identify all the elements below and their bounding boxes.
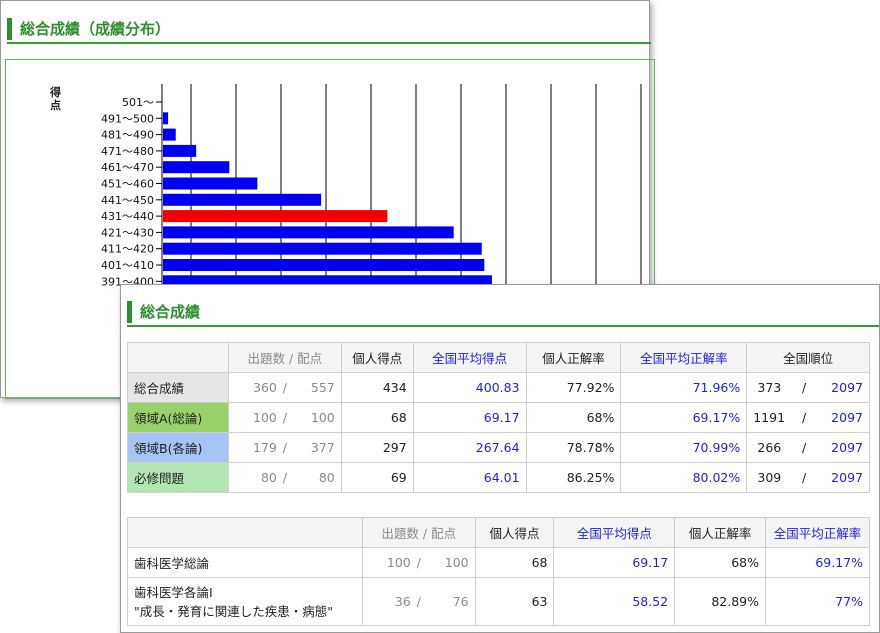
- distribution-title: 総合成績（成績分布）: [7, 18, 170, 40]
- bar: [163, 161, 230, 174]
- personal-rate: 86.25%: [525, 462, 622, 493]
- personal-score: 69: [340, 462, 414, 493]
- personal-score: 68: [340, 402, 414, 433]
- header-rate: 個人正解率: [525, 342, 622, 373]
- header-blank: [127, 517, 363, 548]
- header-score: 個人得点: [474, 517, 555, 548]
- header-questions: 出題数 / 配点: [361, 517, 476, 548]
- bar: [163, 128, 176, 141]
- average-rate: 69.17%: [620, 402, 748, 433]
- average-rate: 70.99%: [620, 432, 748, 463]
- header-avg-rate: 全国平均正解率: [620, 342, 748, 373]
- average-score: 69.17: [412, 402, 527, 433]
- table-row: 歯科医学総論 100/100 68 69.17 68% 69.17%: [127, 547, 870, 578]
- questions-points: 36/76: [361, 577, 476, 626]
- summary-table: 出題数 / 配点 個人得点 全国平均得点 個人正解率 全国平均正解率 全国順位 …: [127, 342, 870, 493]
- bar: [163, 242, 482, 255]
- y-tick-label: 501～: [122, 96, 154, 109]
- bar-highlight: [163, 210, 388, 223]
- bar: [163, 226, 454, 239]
- summary-header-row: 出題数 / 配点 個人得点 全国平均得点 個人正解率 全国平均正解率 全国順位: [127, 342, 870, 373]
- y-tick-label: 491～500: [101, 112, 154, 125]
- subject-label: 歯科医学各論Ⅰ "成長・発育に関連した疾患・病態": [127, 577, 363, 626]
- row-label: 必修問題: [127, 462, 229, 493]
- row-label: 領域B(各論): [127, 432, 229, 463]
- row-label: 総合成績: [127, 372, 229, 403]
- header-avg-score: 全国平均得点: [553, 517, 676, 548]
- personal-score: 68: [474, 547, 555, 578]
- y-tick-label: 401～410: [101, 259, 154, 272]
- bar: [163, 177, 258, 190]
- y-tick-label: 421～430: [101, 226, 154, 239]
- average-score: 400.83: [412, 372, 527, 403]
- y-tick-label: 431～440: [101, 210, 154, 223]
- header-avg-rate: 全国平均正解率: [765, 517, 870, 548]
- table-row: 領域A(総論) 100/100 68 69.17 68% 69.17% 1191…: [127, 402, 870, 433]
- y-tick-label: 451～460: [101, 178, 154, 191]
- header-rate: 個人正解率: [674, 517, 766, 548]
- y-tick-label: 471～480: [101, 145, 154, 158]
- subject-header-row: 出題数 / 配点 個人得点 全国平均得点 個人正解率 全国平均正解率: [127, 517, 870, 548]
- average-score: 64.01: [412, 462, 527, 493]
- average-score: 69.17: [553, 547, 676, 578]
- score-title: 総合成績: [127, 301, 200, 323]
- personal-rate: 68%: [674, 547, 766, 578]
- bar: [163, 193, 322, 206]
- average-rate: 77%: [765, 577, 870, 626]
- bar: [163, 144, 197, 157]
- header-questions: 出題数 / 配点: [227, 342, 342, 373]
- table-row: 領域B(各論) 179/377 297 267.64 78.78% 70.99%…: [127, 432, 870, 463]
- questions-points: 360/557: [227, 372, 342, 403]
- questions-points: 179/377: [227, 432, 342, 463]
- personal-rate: 82.89%: [674, 577, 766, 626]
- y-tick-label: 481～490: [101, 129, 154, 142]
- bar: [163, 112, 169, 125]
- title-rule: [7, 42, 651, 44]
- row-label: 領域A(総論): [127, 402, 229, 433]
- score-title-rule: [127, 325, 879, 327]
- y-tick-label: 461～470: [101, 161, 154, 174]
- table-row: 総合成績 360/557 434 400.83 77.92% 71.96% 37…: [127, 372, 870, 403]
- personal-score: 434: [340, 372, 414, 403]
- bar: [163, 259, 485, 271]
- questions-points: 80/80: [227, 462, 342, 493]
- personal-score: 63: [474, 577, 555, 626]
- y-tick-label: 441～450: [101, 194, 154, 207]
- score-card: 総合成績 出題数 / 配点 個人得点 全国平均得点 個人正解率 全国平均正解率 …: [120, 284, 880, 633]
- average-score: 58.52: [553, 577, 676, 626]
- header-avg-score: 全国平均得点: [412, 342, 527, 373]
- personal-rate: 78.78%: [525, 432, 622, 463]
- header-rank: 全国順位: [746, 342, 870, 373]
- header-blank: [127, 342, 229, 373]
- subject-subtitle: "成長・発育に関連した疾患・病態": [134, 603, 333, 619]
- personal-rate: 68%: [525, 402, 622, 433]
- personal-rate: 77.92%: [525, 372, 622, 403]
- national-rank: 373/2097: [746, 372, 870, 403]
- national-rank: 266/2097: [746, 432, 870, 463]
- y-tick-label: 411～420: [101, 243, 154, 256]
- personal-score: 297: [340, 432, 414, 463]
- table-row: 歯科医学各論Ⅰ "成長・発育に関連した疾患・病態" 36/76 63 58.52…: [127, 577, 870, 626]
- table-row: 必修問題 80/80 69 64.01 86.25% 80.02% 309/20…: [127, 462, 870, 493]
- header-score: 個人得点: [340, 342, 414, 373]
- national-rank: 1191/2097: [746, 402, 870, 433]
- average-score: 267.64: [412, 432, 527, 463]
- average-rate: 69.17%: [765, 547, 870, 578]
- national-rank: 309/2097: [746, 462, 870, 493]
- subject-table: 出題数 / 配点 個人得点 全国平均得点 個人正解率 全国平均正解率 歯科医学総…: [127, 517, 870, 626]
- questions-points: 100/100: [361, 547, 476, 578]
- subject-name: 歯科医学各論Ⅰ: [134, 584, 213, 600]
- average-rate: 80.02%: [620, 462, 748, 493]
- average-rate: 71.96%: [620, 372, 748, 403]
- questions-points: 100/100: [227, 402, 342, 433]
- subject-label: 歯科医学総論: [127, 547, 363, 578]
